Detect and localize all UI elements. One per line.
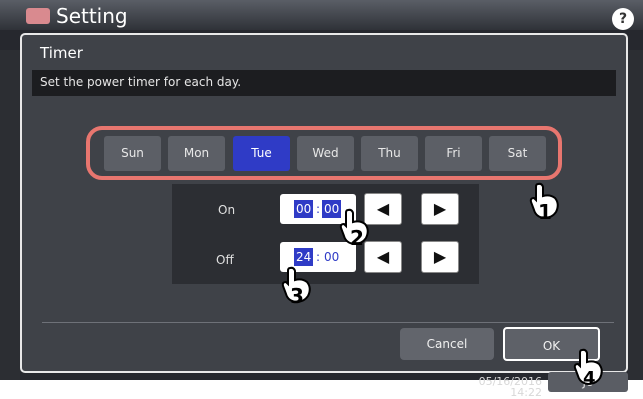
step-4-number: 4 xyxy=(583,368,596,389)
left-arrow-icon: ◀ xyxy=(376,247,390,266)
right-arrow-icon: ▶ xyxy=(433,247,447,266)
day-button-tue[interactable]: Tue xyxy=(233,136,290,171)
help-button[interactable]: ? xyxy=(612,8,634,30)
day-button-fri[interactable]: Fri xyxy=(425,136,482,171)
step-3-number: 3 xyxy=(290,284,304,308)
on-hour[interactable]: 00 xyxy=(294,200,314,218)
dialog-hint-text: Set the power timer for each day. xyxy=(40,75,242,89)
day-button-sat[interactable]: Sat xyxy=(489,136,546,171)
off-hour[interactable]: 24 xyxy=(294,248,314,266)
setting-icon xyxy=(26,8,50,24)
right-arrow-icon: ▶ xyxy=(433,199,447,218)
left-panel xyxy=(0,50,20,380)
dialog-divider xyxy=(42,322,614,323)
off-colon: : xyxy=(316,250,321,264)
dialog-hint: Set the power timer for each day. xyxy=(32,70,616,96)
day-button-mon[interactable]: Mon xyxy=(168,136,225,171)
date-time: 05/16/2016 14:22 xyxy=(452,376,542,398)
day-button-thu[interactable]: Thu xyxy=(361,136,418,171)
cancel-button[interactable]: Cancel xyxy=(400,328,494,360)
date-time-text: 05/16/2016 14:22 xyxy=(478,375,542,399)
app-title: Setting xyxy=(56,4,128,28)
right-panel xyxy=(628,50,643,380)
off-label: Off xyxy=(216,253,234,267)
off-right-arrow-button[interactable]: ▶ xyxy=(421,241,459,273)
dialog-title: Timer xyxy=(40,44,83,62)
on-colon: : xyxy=(316,202,321,216)
day-button-wed[interactable]: Wed xyxy=(297,136,354,171)
on-right-arrow-button[interactable]: ▶ xyxy=(421,193,459,225)
on-label: On xyxy=(218,203,236,217)
off-minute[interactable]: 00 xyxy=(322,248,342,266)
day-button-sun[interactable]: Sun xyxy=(104,136,161,171)
step-1-number: 1 xyxy=(538,200,552,224)
step-2-number: 2 xyxy=(350,226,364,250)
